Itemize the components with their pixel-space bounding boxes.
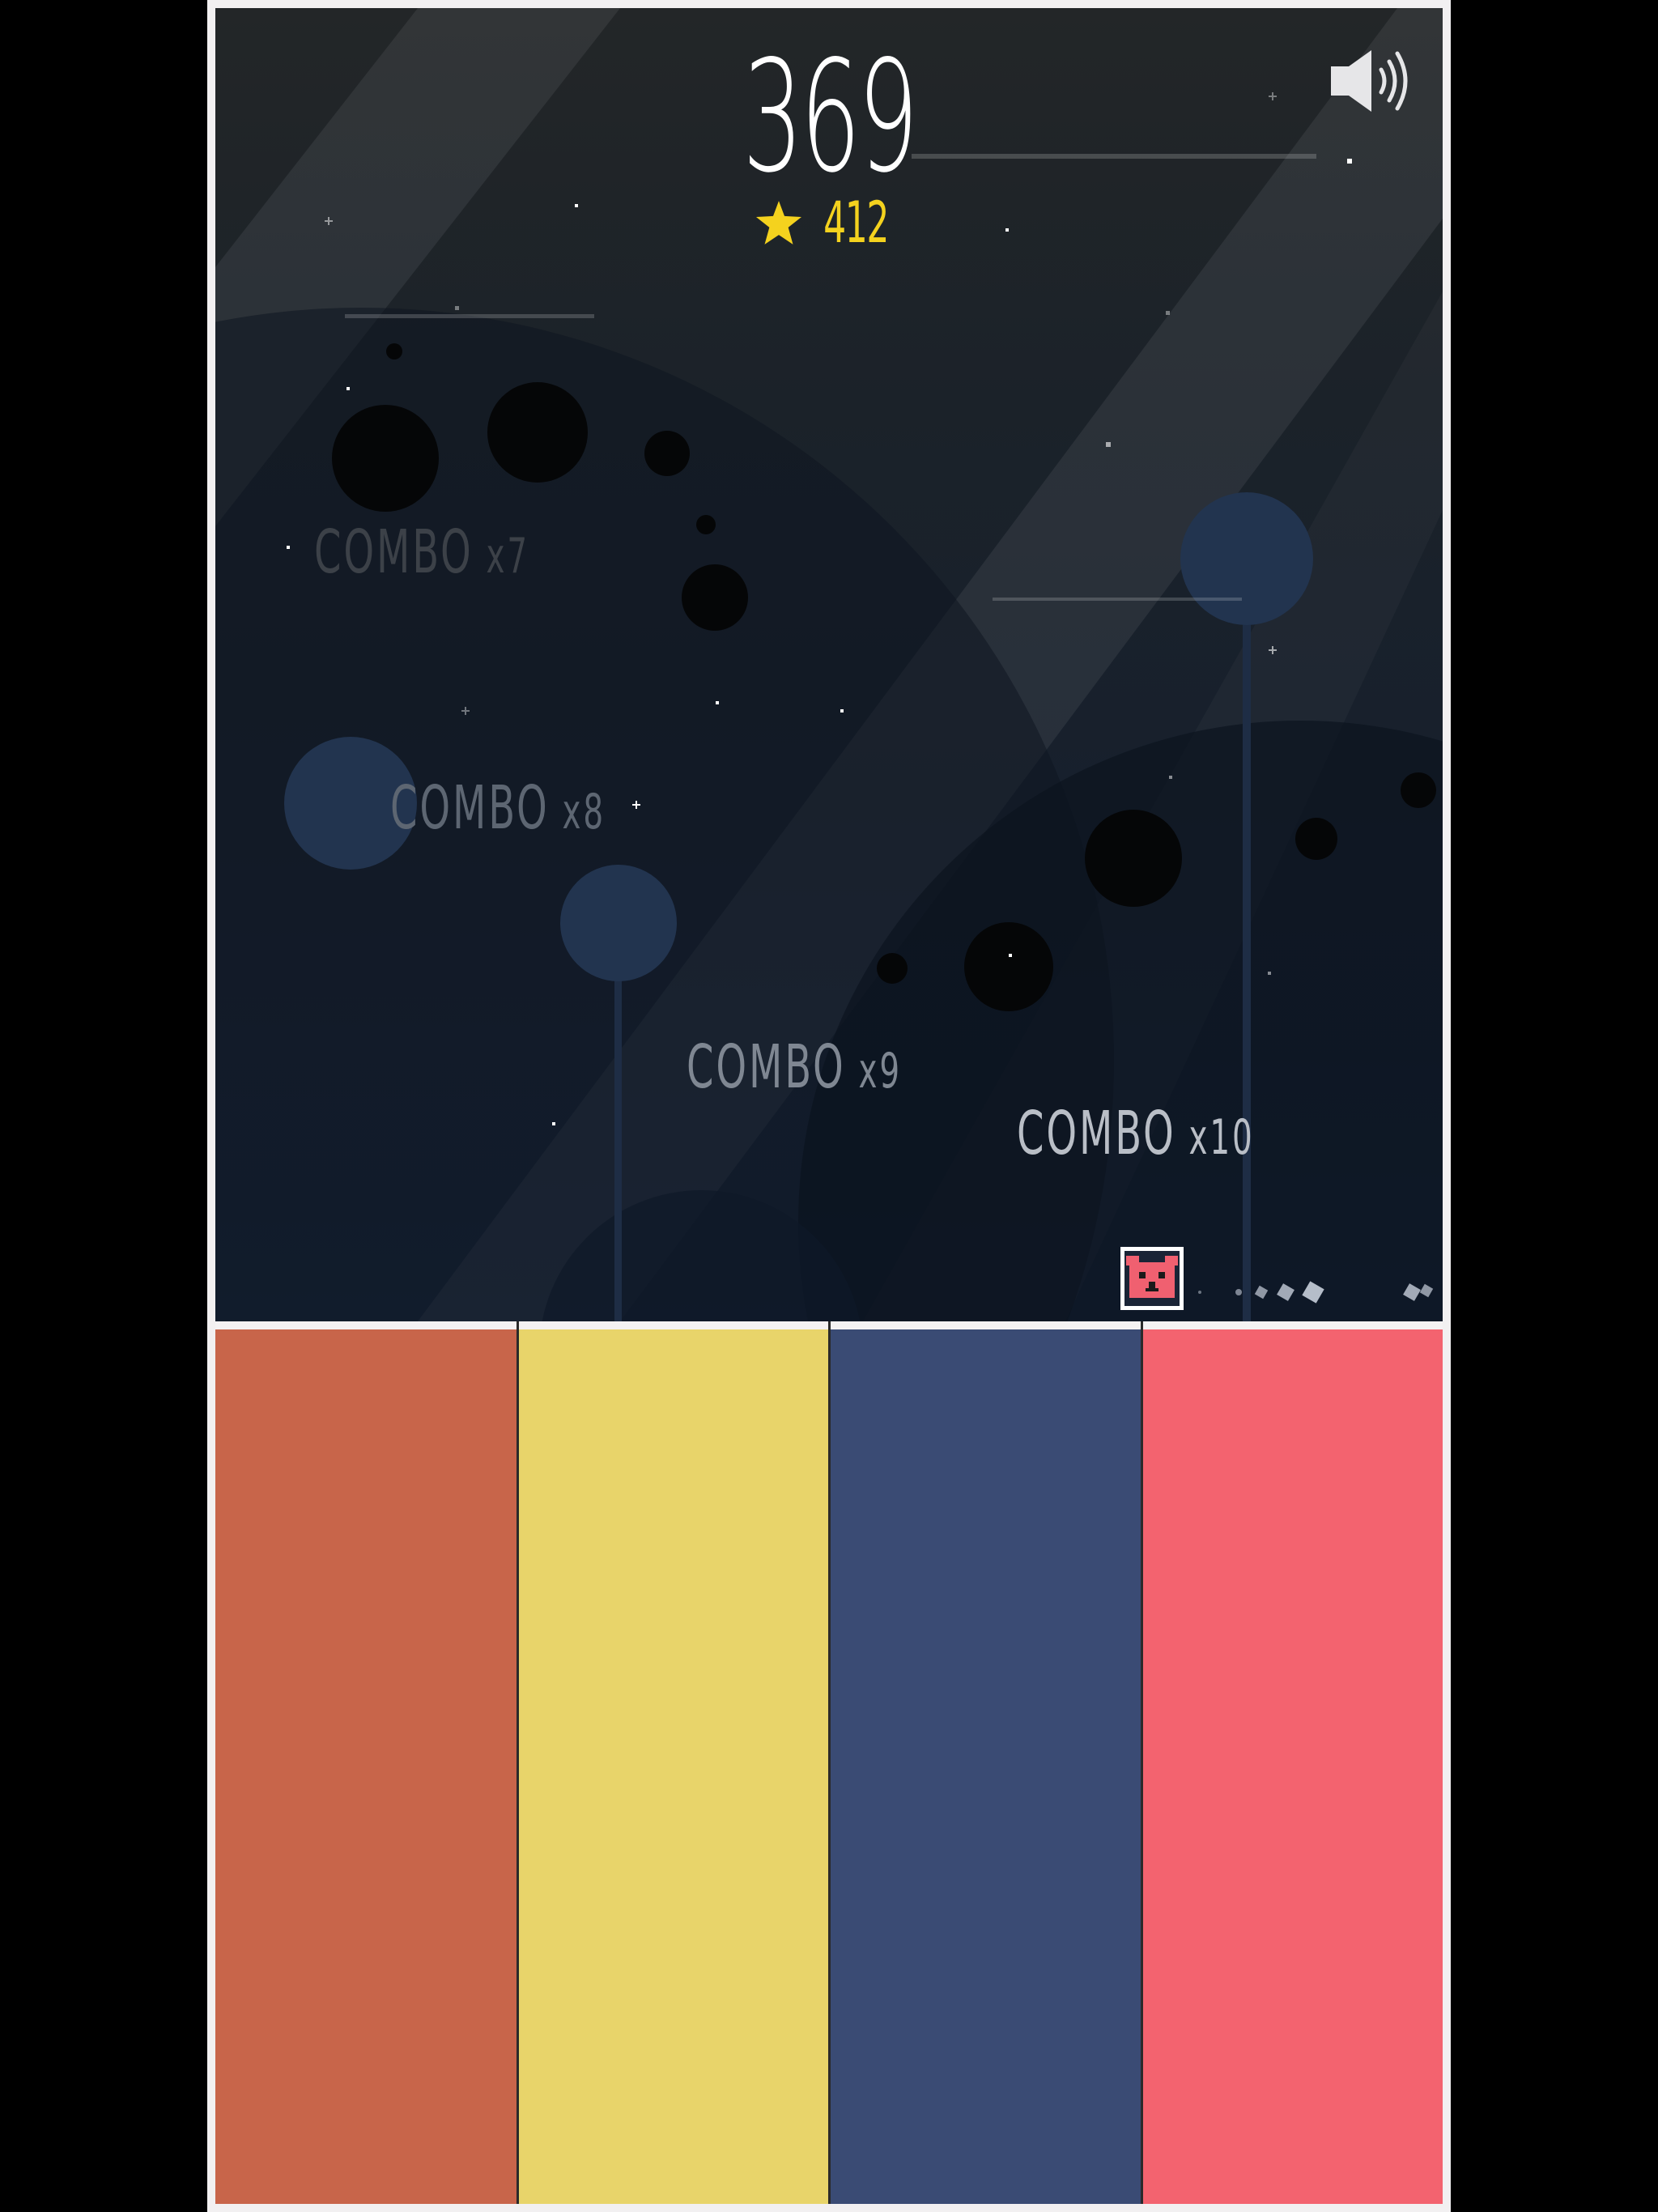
color-pad-pink[interactable]: [1143, 1329, 1443, 2204]
bear-face-icon: [1126, 1256, 1178, 1298]
pad-divider: [517, 1321, 519, 2204]
star-icon: [755, 201, 801, 245]
color-pad-panel: [215, 1321, 1443, 2204]
combo-popup: COMBO x8: [390, 773, 606, 843]
best-score-value: 412: [823, 189, 889, 256]
score-counter: 369: [742, 28, 918, 206]
player-character: [1120, 1247, 1184, 1310]
color-pad-yellow[interactable]: [519, 1329, 828, 2204]
game-playfield: 369 412 COMBO x7 COMBO x8 COMBO x9 COMBO x10: [215, 8, 1443, 1321]
combo-popup: COMBO x9: [687, 1032, 902, 1102]
speaker-on-icon: [1331, 50, 1408, 112]
combo-popup: COMBO x10: [1017, 1099, 1255, 1168]
best-score: 412: [215, 194, 1443, 251]
pad-divider: [1141, 1321, 1143, 2204]
color-pad-navy[interactable]: [831, 1329, 1141, 2204]
combo-popup: COMBO x7: [314, 517, 529, 587]
sound-toggle-button[interactable]: [1329, 49, 1409, 113]
pad-divider: [828, 1321, 831, 2204]
color-pad-orange[interactable]: [215, 1329, 517, 2204]
